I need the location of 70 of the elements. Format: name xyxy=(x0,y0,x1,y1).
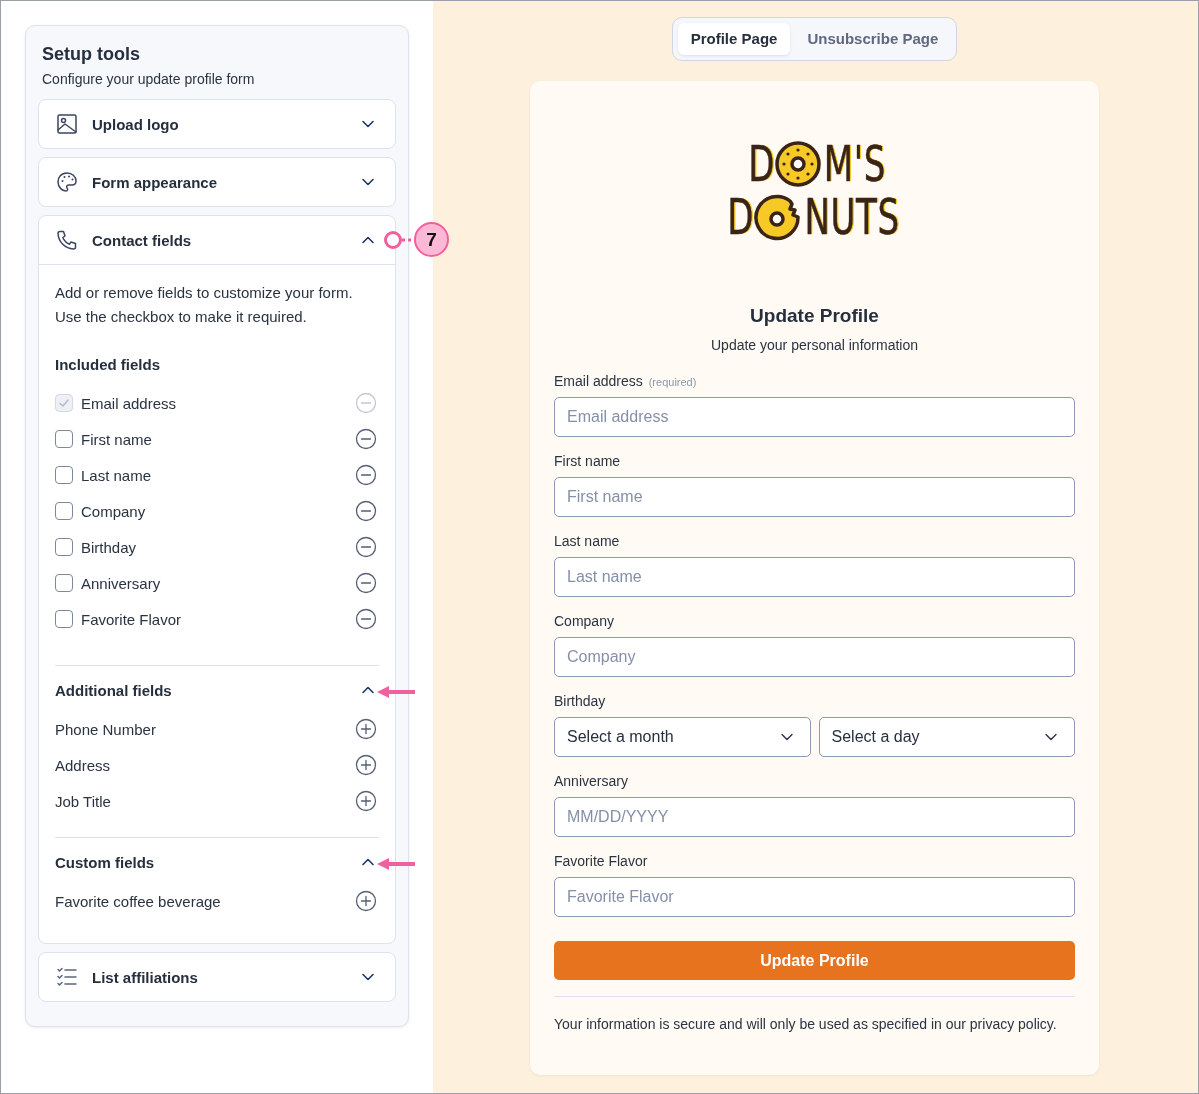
field-label: Anniversary xyxy=(554,773,628,789)
field-label: Company xyxy=(554,613,614,629)
field-label: Favorite Flavor xyxy=(81,610,183,628)
tab[interactable]: Unsubscribe Page xyxy=(794,23,952,55)
form-subtitle: Update your personal information xyxy=(710,337,919,353)
logo-text: D xyxy=(748,138,776,189)
field-label: Favorite Flavor xyxy=(554,853,648,869)
checkbox[interactable] xyxy=(55,574,73,592)
accordion-header[interactable]: List affiliations xyxy=(39,953,395,1001)
section-title: Included fields xyxy=(55,355,160,373)
remove-icon[interactable] xyxy=(355,536,377,558)
accordion-title: Upload logo xyxy=(92,115,180,133)
remove-icon[interactable] xyxy=(355,428,377,450)
checkbox[interactable] xyxy=(55,610,73,628)
add-icon[interactable] xyxy=(355,890,377,912)
checklist-icon xyxy=(56,966,78,988)
field-label: Address xyxy=(55,756,112,774)
field-label: Last name xyxy=(554,533,620,549)
add-icon[interactable] xyxy=(355,718,377,740)
palette-icon xyxy=(56,171,78,193)
remove-icon[interactable] xyxy=(355,500,377,522)
checkbox[interactable] xyxy=(55,538,73,556)
add-icon[interactable] xyxy=(355,754,377,776)
form-title: Update Profile xyxy=(749,305,880,327)
image-icon xyxy=(56,113,78,135)
sidebar-title: Setup tools xyxy=(41,44,141,65)
field-label: First name xyxy=(554,453,621,469)
field-label: Job Title xyxy=(55,792,112,810)
remove-icon[interactable] xyxy=(355,572,377,594)
field-label: Last name xyxy=(81,466,153,484)
input-field[interactable]: Favorite Flavor xyxy=(554,877,1075,917)
section-title: Additional fields xyxy=(55,681,172,699)
logo-text: D xyxy=(726,191,754,242)
remove-icon[interactable] xyxy=(355,464,377,486)
phone-icon xyxy=(56,229,78,251)
input-field[interactable]: Last name xyxy=(554,557,1075,597)
tab[interactable]: Profile Page xyxy=(677,23,791,55)
select-dropdown[interactable]: Select a day xyxy=(818,717,1075,757)
logo-text: NUTS xyxy=(804,191,900,242)
input-field[interactable]: MM/DD/YYYY xyxy=(554,797,1075,837)
privacy-note: Your information is secure and will only be used as specified in our privacy policy. xyxy=(554,1016,1058,1032)
section-title: Custom fields xyxy=(55,853,155,871)
logo-text: M'S xyxy=(824,138,887,189)
input-field[interactable]: Email address xyxy=(554,397,1075,437)
description-text: Add or remove fields to customize your form. Use the checkbox to make it required. xyxy=(55,283,354,327)
field-label: Email address xyxy=(554,373,643,389)
checkbox[interactable] xyxy=(55,430,73,448)
field-label: Birthday xyxy=(81,538,138,556)
input-field[interactable]: Company xyxy=(554,637,1075,677)
select-dropdown[interactable]: Select a month xyxy=(554,717,811,757)
field-label: Company xyxy=(81,502,147,520)
field-label: Favorite coffee beverage xyxy=(55,892,222,910)
accordion-header[interactable]: Form appearance xyxy=(39,158,395,206)
field-label: Phone Number xyxy=(55,720,157,738)
field-label: First name xyxy=(81,430,153,448)
add-icon[interactable] xyxy=(355,790,377,812)
input-field[interactable]: First name xyxy=(554,477,1075,517)
field-label: Email address xyxy=(81,394,178,412)
accordion-header[interactable]: Upload logo xyxy=(39,100,395,148)
accordion-title: List affiliations xyxy=(92,968,199,986)
sidebar-subtitle: Configure your update profile form xyxy=(41,71,256,87)
accordion-title: Form appearance xyxy=(92,173,219,191)
accordion-title: Contact fields xyxy=(92,231,193,249)
remove-icon[interactable] xyxy=(355,608,377,630)
donut-icon xyxy=(773,138,824,189)
required-note: (required) xyxy=(648,376,697,388)
checkbox[interactable] xyxy=(55,466,73,484)
checkbox[interactable] xyxy=(55,502,73,520)
field-label: Birthday xyxy=(554,693,606,709)
field-label: Anniversary xyxy=(81,574,162,592)
